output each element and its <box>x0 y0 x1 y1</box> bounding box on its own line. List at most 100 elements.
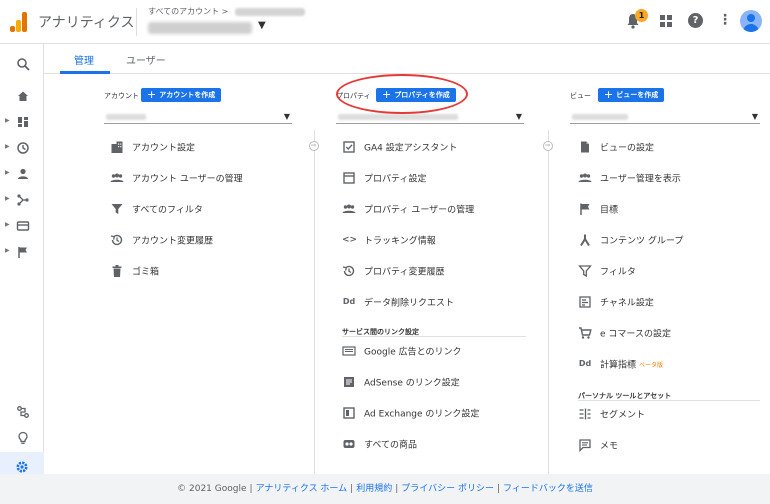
annotations-item[interactable]: メモ <box>578 438 618 456</box>
analytics-logo[interactable] <box>10 12 28 32</box>
footer-copyright: © 2021 Google <box>177 484 247 494</box>
content-grouping-item[interactable]: コンテンツ グループ <box>578 233 683 251</box>
app-title: アナリティクス <box>38 15 135 31</box>
footer-link-terms[interactable]: 利用規約 <box>356 484 392 494</box>
adsense-link-item[interactable]: AdSense のリンク設定 <box>342 375 460 393</box>
nav-customization[interactable]: ▶ <box>0 112 44 134</box>
account-settings-item[interactable]: アカウント設定 <box>110 140 195 158</box>
segments-item[interactable]: セグメント <box>578 407 645 425</box>
property-user-management-item[interactable]: プロパティ ユーザーの管理 <box>342 202 474 220</box>
adx-icon <box>343 407 355 419</box>
ga4-setup-assistant-item[interactable]: GA4 設定アシスタント <box>342 140 457 158</box>
filter-icon <box>111 204 123 214</box>
footer-link-feedback[interactable]: フィードバックを送信 <box>503 484 593 494</box>
comment-icon <box>579 439 591 452</box>
acquisition-icon <box>17 194 29 206</box>
ad-exchange-link-item[interactable]: Ad Exchange のリンク設定 <box>342 406 479 424</box>
property-settings-item[interactable]: プロパティ設定 <box>342 171 426 189</box>
clock-icon <box>17 142 29 154</box>
admin-tabs: 管理 ユーザー <box>44 44 770 74</box>
more-vert-icon[interactable]: ⋮ <box>718 12 732 28</box>
help-icon[interactable]: ? <box>688 13 703 28</box>
footer-link-privacy[interactable]: プライバシー ポリシー <box>401 484 494 494</box>
calculated-metrics-item[interactable]: Dd 計算指標 ベータ版 <box>578 357 663 375</box>
section-divider <box>578 400 760 401</box>
plus-icon: + <box>604 88 614 101</box>
goals-item[interactable]: 目標 <box>578 202 618 220</box>
nav-home[interactable] <box>0 86 44 108</box>
account-change-history-item[interactable]: アカウント変更履歴 <box>110 233 213 251</box>
users-icon <box>342 204 356 213</box>
person-icon <box>18 168 28 179</box>
expand-arrow-icon: ▶ <box>5 221 10 228</box>
dropdown-caret-icon: ▼ <box>751 112 758 121</box>
history-icon <box>110 234 123 246</box>
trash-icon <box>112 265 122 277</box>
all-products-item[interactable]: すべての商品 <box>342 437 417 455</box>
highlight-annotation <box>336 74 468 114</box>
data-deletion-request-item[interactable]: Dd データ削除リクエスト <box>342 295 454 313</box>
filter-icon <box>578 265 592 278</box>
code-icon: <> <box>342 235 358 245</box>
account-user-management-item[interactable]: アカウント ユーザーの管理 <box>110 171 243 189</box>
all-filters-item[interactable]: すべてのフィルタ <box>110 202 203 220</box>
nav-attribution[interactable] <box>0 402 44 424</box>
nav-conversions[interactable]: ▶ <box>0 242 44 264</box>
cart-icon <box>579 327 592 339</box>
view-filters-item[interactable]: フィルタ <box>578 264 636 282</box>
breadcrumb-all-accounts[interactable]: すべてのアカウント <box>148 7 219 16</box>
footer-link-analytics-home[interactable]: アナリティクス ホーム <box>256 484 348 494</box>
nav-behavior[interactable]: ▶ <box>0 216 44 238</box>
create-view-button[interactable]: + ビューを作成 <box>598 88 665 102</box>
building-icon <box>111 141 123 153</box>
left-nav: ▶ ▶ ▶ ▶ ▶ ▶ › <box>0 44 44 504</box>
dd-icon: Dd <box>342 297 356 306</box>
trash-item[interactable]: ゴミ箱 <box>110 264 159 282</box>
apps-grid-icon[interactable] <box>660 15 672 27</box>
google-ads-link-item[interactable]: Google 広告とのリンク <box>342 344 462 362</box>
property-column: プロパティ + プロパティを作成 ▼ GA4 設定アシスタント プロパティ設定 プ… <box>336 74 526 474</box>
nav-realtime[interactable]: ▶ <box>0 138 44 160</box>
nav-audience[interactable]: ▶ <box>0 164 44 186</box>
users-icon <box>578 173 592 182</box>
breadcrumb[interactable]: すべてのアカウント > <box>148 6 305 17</box>
expand-arrow-icon: ▶ <box>5 169 10 176</box>
account-selector-redacted[interactable] <box>148 22 252 34</box>
create-account-button[interactable]: + アカウントを作成 <box>141 88 222 102</box>
channel-icon <box>579 296 591 308</box>
expand-arrow-icon: ▶ <box>5 117 10 124</box>
avatar[interactable] <box>740 10 762 32</box>
dropdown-caret-icon: ▼ <box>515 112 522 121</box>
adsense-icon <box>344 377 354 387</box>
flag-icon <box>580 203 590 215</box>
account-select[interactable]: ▼ <box>104 110 292 124</box>
view-select[interactable]: ▼ <box>570 110 760 124</box>
tab-users[interactable]: ユーザー <box>126 52 166 67</box>
section-divider <box>342 336 526 337</box>
breadcrumb-redacted <box>234 7 305 16</box>
footer: © 2021 Google | アナリティクス ホーム | 利用規約 | プライバシー ポリ… <box>0 474 770 504</box>
nav-discover[interactable] <box>0 428 44 450</box>
tab-admin[interactable]: 管理 <box>74 52 94 67</box>
nav-search[interactable] <box>0 54 44 76</box>
dropdown-caret-icon: ▼ <box>283 112 290 121</box>
tracking-info-item[interactable]: <> トラッキング情報 <box>342 233 436 251</box>
channel-settings-item[interactable]: チャネル設定 <box>578 295 654 313</box>
arrow-circle-icon: ⇨ <box>309 141 319 151</box>
chevron-down-icon[interactable]: ▼ <box>258 20 266 31</box>
view-column-label: ビュー <box>570 92 591 100</box>
column-divider <box>548 130 549 475</box>
arrow-circle-icon: ⇨ <box>543 141 553 151</box>
view-settings-item[interactable]: ビューの設定 <box>578 140 654 158</box>
expand-arrow-icon: ▶ <box>5 247 10 254</box>
search-icon <box>17 58 30 71</box>
history-icon <box>342 265 355 277</box>
property-change-history-item[interactable]: プロパティ変更履歴 <box>342 264 444 282</box>
nav-acquisition[interactable]: ▶ <box>0 190 44 212</box>
gear-icon <box>16 461 28 473</box>
ecommerce-settings-item[interactable]: e コマースの設定 <box>578 326 671 344</box>
link-icon <box>343 440 355 448</box>
view-user-management-item[interactable]: ユーザー管理を表示 <box>578 171 681 189</box>
group-icon <box>580 234 590 247</box>
ads-icon <box>342 346 356 356</box>
